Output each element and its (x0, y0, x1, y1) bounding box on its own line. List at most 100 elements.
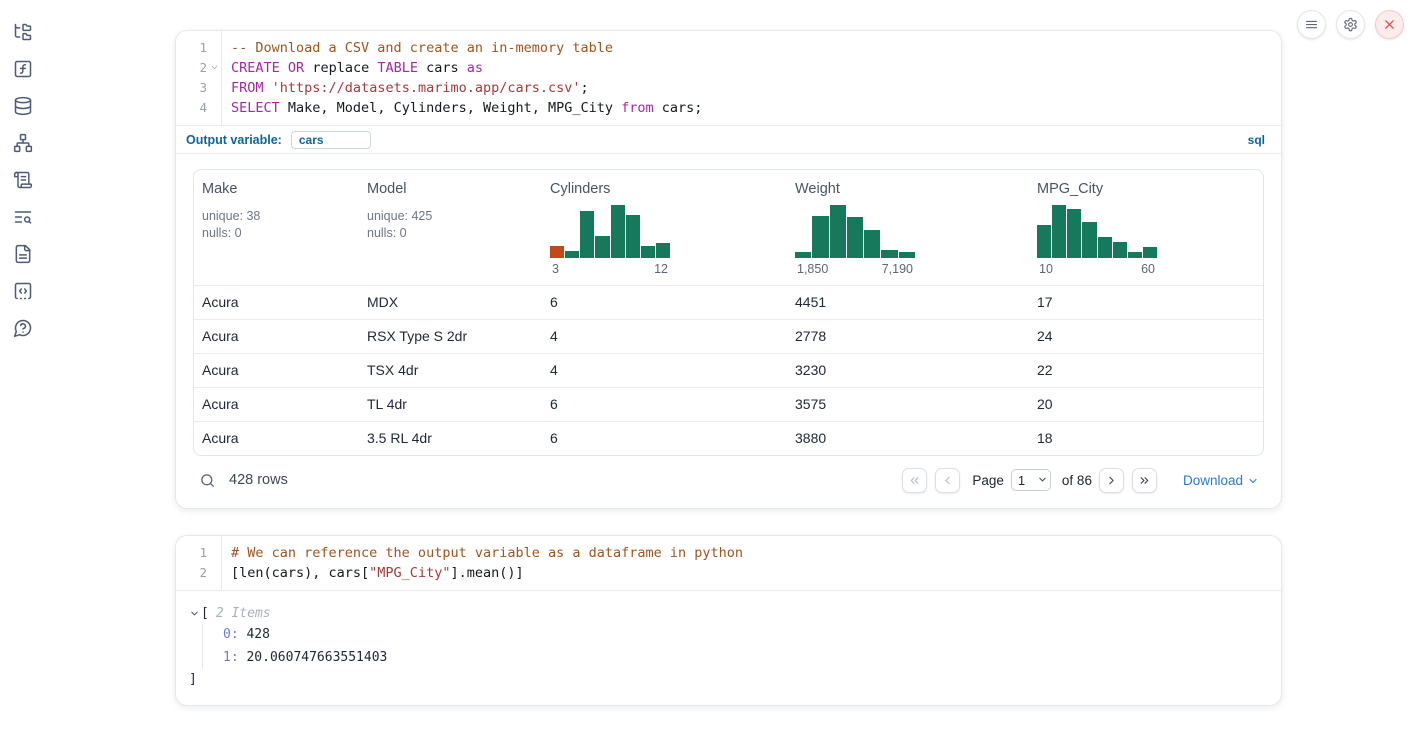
code-text: [len(cars), cars["MPG_City"].mean()] (221, 563, 524, 583)
column-histogram[interactable]: 312 (550, 205, 670, 276)
sidebar-item-dependency-graph[interactable] (12, 132, 34, 154)
sidebar-item-snippets[interactable] (12, 280, 34, 302)
histogram-bar (1067, 209, 1081, 258)
table-cell: Acura (194, 320, 359, 353)
database-icon (13, 96, 33, 116)
sidebar-item-logs[interactable] (12, 206, 34, 228)
download-button[interactable]: Download (1183, 473, 1259, 488)
fold-chevron-icon[interactable] (210, 63, 219, 72)
tree-entry-key: 0: (223, 627, 246, 642)
histogram-axis-labels: 1,8507,190 (795, 262, 915, 276)
histogram-bar (864, 230, 880, 258)
scroll-text-icon (13, 170, 33, 190)
column-header-weight[interactable]: Weight 1,8507,190 (787, 170, 1029, 285)
output-variable-input[interactable] (291, 131, 371, 149)
histogram-bar (580, 211, 594, 258)
histogram-bar (1037, 225, 1051, 258)
histogram-bar (626, 215, 640, 258)
table-cell: TSX 4dr (359, 354, 542, 387)
code-line[interactable]: 2CREATE OR replace TABLE cars as (176, 58, 1281, 78)
table-row[interactable]: AcuraRSX Type S 2dr4277824 (194, 319, 1263, 353)
sql-cell-output: Makeunique: 38nulls: 0Modelunique: 425nu… (176, 154, 1281, 508)
table-cell: 2778 (787, 320, 1029, 353)
table-cell: Acura (194, 286, 359, 319)
sidebar-item-variables[interactable] (12, 58, 34, 80)
file-text-icon (13, 244, 33, 264)
code-line[interactable]: 1# We can reference the output variable … (176, 543, 1281, 563)
settings-button[interactable] (1336, 10, 1365, 39)
histogram-bars (550, 205, 670, 258)
table-row[interactable]: Acura3.5 RL 4dr6388018 (194, 421, 1263, 455)
code-line[interactable]: 2[len(cars), cars["MPG_City"].mean()] (176, 563, 1281, 583)
histogram-bar (550, 246, 564, 258)
row-count: 428 rows (229, 472, 288, 488)
histogram-bar (565, 251, 579, 258)
column-histogram[interactable]: 1060 (1037, 205, 1157, 276)
collapse-chevron-icon[interactable] (189, 608, 201, 619)
column-header-mpg_city[interactable]: MPG_City1060 (1029, 170, 1263, 285)
column-header-cylinders[interactable]: Cylinders312 (542, 170, 787, 285)
code-text: CREATE OR replace TABLE cars as (221, 58, 483, 78)
code-line[interactable]: 1-- Download a CSV and create an in-memo… (176, 38, 1281, 58)
previous-page-button[interactable] (935, 468, 960, 493)
table-cell: 4 (542, 354, 787, 387)
table-cell: 3230 (787, 354, 1029, 387)
table-cell: 4451 (787, 286, 1029, 319)
column-name: Weight (795, 181, 1021, 197)
table-cell: Acura (194, 354, 359, 387)
histogram-bar (881, 250, 897, 258)
table-cell: Acura (194, 388, 359, 421)
histogram-bar (1052, 205, 1066, 258)
sql-code-editor[interactable]: 1-- Download a CSV and create an in-memo… (176, 31, 1281, 125)
last-page-button[interactable] (1132, 468, 1157, 493)
first-page-button[interactable] (902, 468, 927, 493)
histogram-bars (1037, 205, 1157, 258)
table-header-row: Makeunique: 38nulls: 0Modelunique: 425nu… (194, 170, 1263, 285)
language-badge[interactable]: sql (1248, 133, 1265, 147)
search-icon[interactable] (199, 472, 216, 489)
column-histogram[interactable]: 1,8507,190 (795, 205, 915, 276)
histogram-bar (847, 217, 863, 258)
sidebar-item-file-explorer[interactable] (12, 21, 34, 43)
column-name: Make (202, 181, 351, 197)
page-select[interactable]: 1 (1011, 469, 1051, 491)
python-code-editor[interactable]: 1# We can reference the output variable … (176, 536, 1281, 591)
line-number: 2 (176, 563, 221, 583)
notebook-menu-button[interactable] (1297, 10, 1326, 39)
sidebar-item-scratchpad[interactable] (12, 169, 34, 191)
line-number: 3 (176, 78, 221, 98)
code-line[interactable]: 3FROM 'https://datasets.marimo.app/cars.… (176, 78, 1281, 98)
help-bubble-icon (13, 318, 33, 338)
column-stats: unique: 425nulls: 0 (367, 208, 534, 241)
table-cell: 17 (1029, 286, 1263, 319)
histogram-bar (1113, 242, 1127, 258)
page-total-label: of 86 (1062, 473, 1092, 488)
column-header-model[interactable]: Modelunique: 425nulls: 0 (359, 170, 542, 285)
table-row[interactable]: AcuraTL 4dr6357520 (194, 387, 1263, 421)
sidebar-item-help[interactable] (12, 317, 34, 339)
close-icon (1382, 17, 1397, 32)
code-text: SELECT Make, Model, Cylinders, Weight, M… (221, 98, 702, 118)
histogram-bar (830, 205, 846, 258)
python-cell: 1# We can reference the output variable … (175, 535, 1282, 706)
table-row[interactable]: AcuraMDX6445117 (194, 285, 1263, 319)
sidebar (0, 0, 46, 729)
table-cell: MDX (359, 286, 542, 319)
shutdown-button[interactable] (1375, 10, 1404, 39)
table-cell: 3880 (787, 422, 1029, 455)
column-header-make[interactable]: Makeunique: 38nulls: 0 (194, 170, 359, 285)
close-bracket: ] (189, 671, 1263, 689)
code-line[interactable]: 4SELECT Make, Model, Cylinders, Weight, … (176, 98, 1281, 118)
sidebar-item-documentation[interactable] (12, 243, 34, 265)
histogram-axis-labels: 312 (550, 262, 670, 276)
table-row[interactable]: AcuraTSX 4dr4323022 (194, 353, 1263, 387)
next-page-button[interactable] (1099, 468, 1124, 493)
table-cell: 18 (1029, 422, 1263, 455)
histogram-axis-labels: 1060 (1037, 262, 1157, 276)
table-cell: 22 (1029, 354, 1263, 387)
sidebar-item-datasources[interactable] (12, 95, 34, 117)
histogram-bar (595, 236, 609, 258)
text-search-icon (13, 207, 33, 227)
code-text: FROM 'https://datasets.marimo.app/cars.c… (221, 78, 589, 98)
function-square-icon (13, 59, 33, 79)
